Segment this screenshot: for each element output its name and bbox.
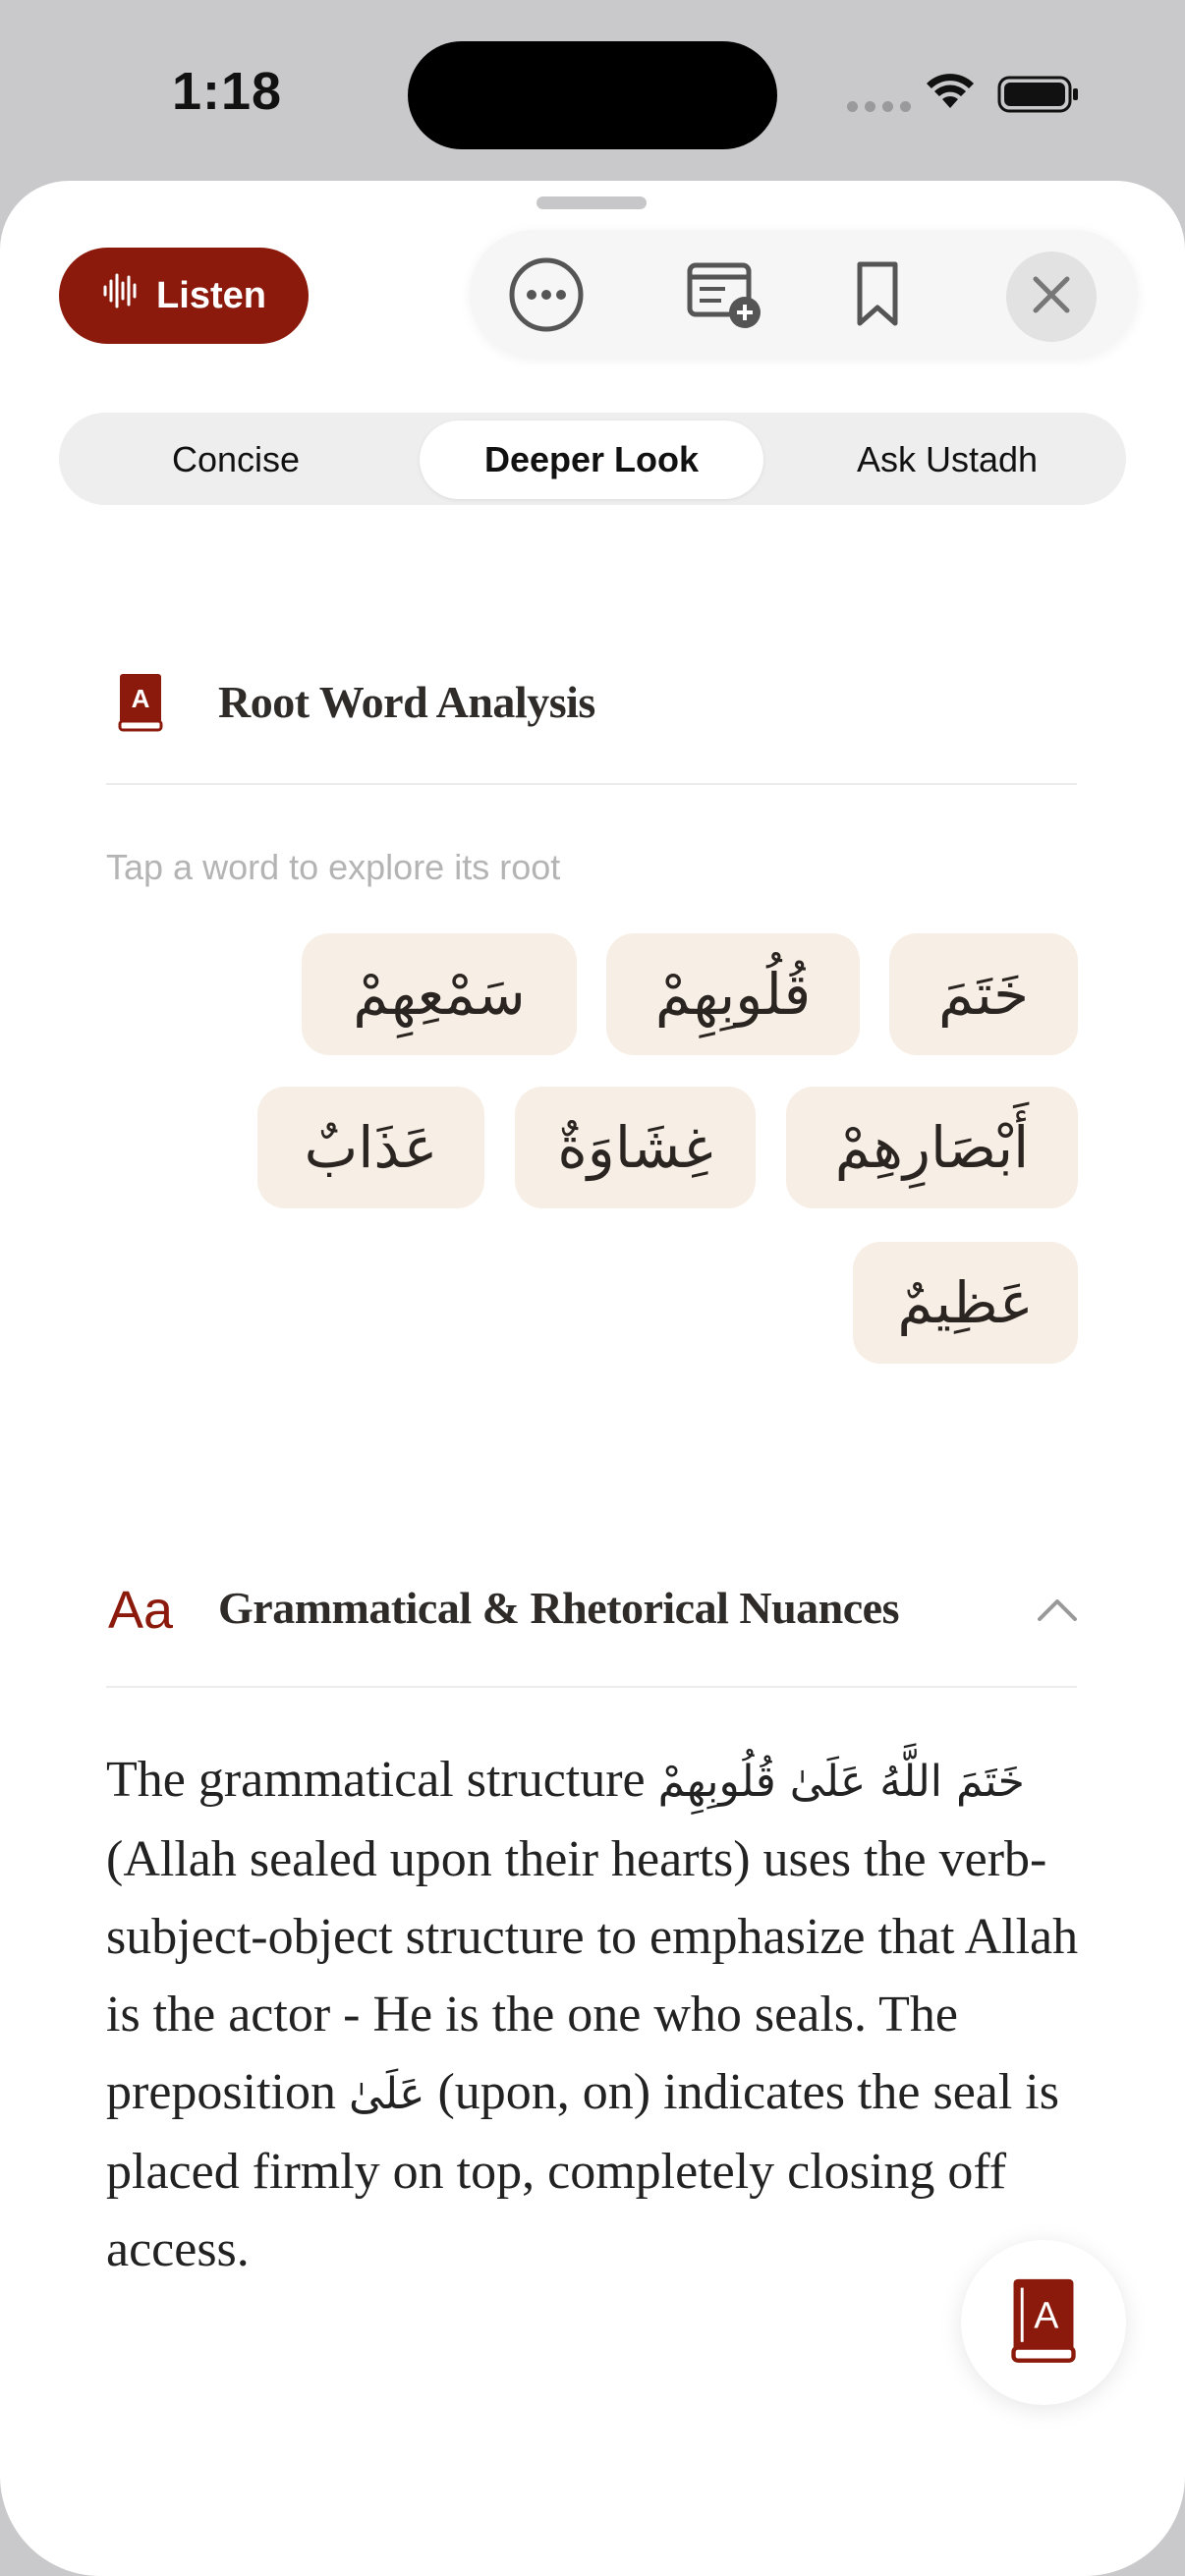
word-chip[interactable]: غِشَاوَةٌ xyxy=(515,1087,756,1208)
arabic-quote: عَلَىٰ xyxy=(348,2069,425,2119)
divider xyxy=(106,1686,1077,1688)
tab-concise[interactable]: Concise xyxy=(63,420,409,499)
bookmark-icon xyxy=(854,260,901,334)
wifi-icon xyxy=(924,71,977,115)
chevron-up-icon[interactable] xyxy=(1036,1596,1079,1628)
listen-button[interactable]: Listen xyxy=(59,248,309,344)
word-chip[interactable]: خَتَمَ xyxy=(889,933,1078,1055)
listen-label: Listen xyxy=(156,274,266,316)
more-button[interactable] xyxy=(507,257,586,336)
word-chip[interactable]: عَذَابٌ xyxy=(257,1087,484,1208)
tab-deeper-look[interactable]: Deeper Look xyxy=(420,420,763,499)
arabic-quote: خَتَمَ اللَّهُ عَلَىٰ قُلُوبِهِمْ xyxy=(657,1757,1025,1807)
word-chip[interactable]: عَظِيمٌ xyxy=(853,1242,1078,1364)
divider xyxy=(106,783,1077,785)
sheet-grabber[interactable] xyxy=(536,196,647,209)
word-chip[interactable]: أَبْصَارِهِمْ xyxy=(786,1087,1078,1208)
nuances-paragraph: The grammatical structure خَتَمَ اللَّهُ… xyxy=(106,1741,1079,2288)
tab-ask-ustadh[interactable]: Ask Ustadh xyxy=(774,420,1120,499)
waveform-icon xyxy=(101,271,141,320)
svg-text:A: A xyxy=(1034,2294,1059,2335)
bookmark-button[interactable] xyxy=(843,257,912,336)
book-icon: A xyxy=(116,672,165,738)
more-icon xyxy=(507,255,586,339)
dictionary-fab-button[interactable]: A xyxy=(961,2240,1126,2405)
word-chip[interactable]: قُلُوبِهِمْ xyxy=(606,933,860,1055)
root-hint-text: Tap a word to explore its root xyxy=(106,847,561,887)
nuances-title: Grammatical & Rhetorical Nuances xyxy=(218,1583,900,1633)
close-button[interactable] xyxy=(1006,252,1097,342)
add-note-button[interactable] xyxy=(686,257,764,336)
truncated-next-paragraph xyxy=(106,2438,1079,2476)
paragraph-text: The grammatical structure xyxy=(106,1752,658,1808)
battery-icon xyxy=(997,75,1080,119)
cellular-dots-icon xyxy=(847,101,911,112)
dynamic-island xyxy=(408,41,777,149)
text-format-icon: Aa xyxy=(108,1581,174,1640)
faded-text-line xyxy=(106,2438,1079,2476)
add-note-icon xyxy=(686,259,764,335)
sheet-bottom-edge xyxy=(0,2476,1185,2576)
root-analysis-title: Root Word Analysis xyxy=(218,677,595,727)
status-time: 1:18 xyxy=(172,62,283,121)
svg-text:A: A xyxy=(132,684,150,713)
close-icon xyxy=(1030,273,1073,321)
word-chip[interactable]: سَمْعِهِمْ xyxy=(302,933,577,1055)
book-icon: A xyxy=(1007,2276,1080,2370)
